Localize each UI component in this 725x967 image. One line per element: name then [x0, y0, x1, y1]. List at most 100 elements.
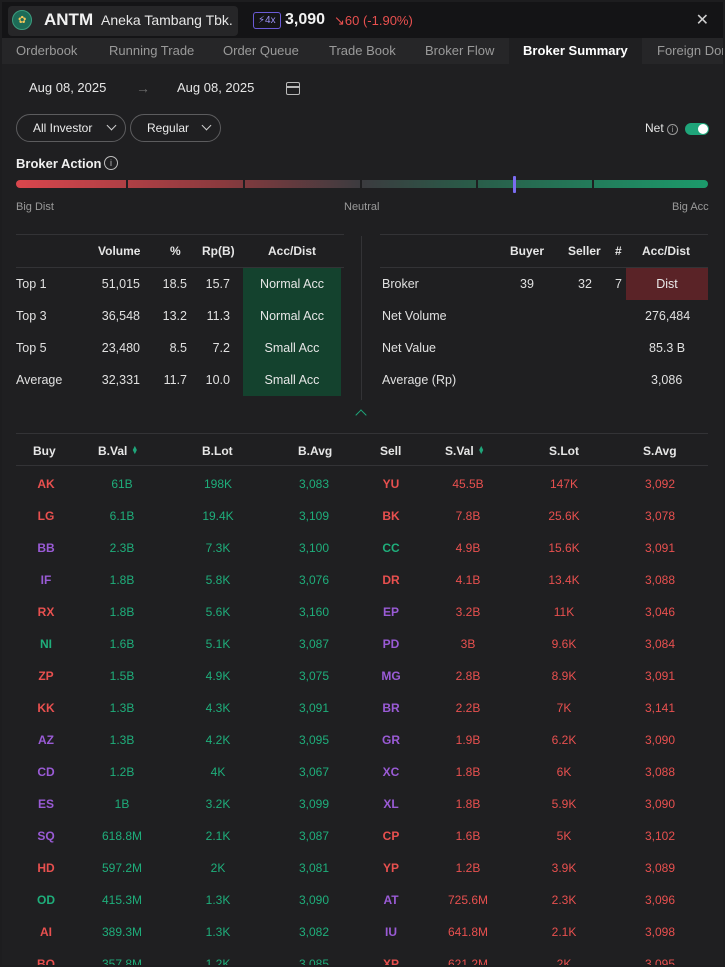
col-slot[interactable]: S.Lot — [549, 444, 579, 458]
buy-broker-code[interactable]: ZP — [6, 660, 86, 692]
col-blot[interactable]: B.Lot — [202, 444, 233, 458]
table-row[interactable]: AK 61B 198K 3,083 YU 45.5B 147K 3,092 — [2, 468, 723, 500]
buy-broker-code[interactable]: HD — [6, 852, 86, 884]
tab-order-queue[interactable]: Order Queue — [223, 38, 299, 64]
table-row[interactable]: SQ 618.8M 2.1K 3,087 CP 1.6B 5K 3,102 — [2, 820, 723, 852]
buy-broker-code[interactable]: BB — [6, 532, 86, 564]
buy-broker-code[interactable]: LG — [6, 500, 86, 532]
table-row[interactable]: OD 415.3M 1.3K 3,090 AT 725.6M 2.3K 3,096 — [2, 884, 723, 916]
sell-broker-code[interactable]: CC — [351, 532, 431, 564]
market-dropdown[interactable]: Regular — [130, 114, 221, 142]
buy-broker-code[interactable]: KK — [6, 692, 86, 724]
table-row[interactable]: BQ 357.8M 1.2K 3,085 XP 621.2M 2K 3,095 — [2, 948, 723, 965]
stock-price: 3,090 — [285, 11, 326, 28]
date-to-field[interactable]: Aug 08, 2025 — [177, 80, 254, 95]
info-icon[interactable]: i — [104, 156, 118, 170]
buy-lot: 5.6K — [205, 605, 231, 619]
buyer-count: 39 — [520, 277, 534, 291]
table-row[interactable]: RX 1.8B 5.6K 3,160 EP 3.2B 11K 3,046 — [2, 596, 723, 628]
buy-broker-code[interactable]: NI — [6, 628, 86, 660]
buy-lot: 3.2K — [205, 797, 231, 811]
buy-broker-code[interactable]: OD — [6, 884, 86, 916]
sell-broker-code[interactable]: EP — [351, 596, 431, 628]
sell-broker-code[interactable]: IU — [351, 916, 431, 948]
table-row[interactable]: BB 2.3B 7.3K 3,100 CC 4.9B 15.6K 3,091 — [2, 532, 723, 564]
tab-broker-flow[interactable]: Broker Flow — [425, 38, 494, 64]
dist-badge: Dist — [626, 268, 708, 300]
col-bavg[interactable]: B.Avg — [298, 444, 332, 458]
percent-cell: 13.2 — [162, 309, 187, 323]
tab-trade-book[interactable]: Trade Book — [329, 38, 396, 64]
sell-lot: 6.2K — [551, 733, 577, 747]
buy-broker-code[interactable]: RX — [6, 596, 86, 628]
divider — [16, 433, 708, 434]
sell-broker-code[interactable]: CP — [351, 820, 431, 852]
tab-broker-summary[interactable]: Broker Summary — [509, 38, 642, 64]
buy-broker-code[interactable]: SQ — [6, 820, 86, 852]
sort-icon[interactable]: ▲ ▼ — [131, 445, 138, 456]
buy-broker-code[interactable]: AI — [6, 916, 86, 948]
col-bval[interactable]: B.Val ▲ ▼ — [98, 444, 138, 458]
table-row[interactable]: AI 389.3M 1.3K 3,082 IU 641.8M 2.1K 3,098 — [2, 916, 723, 948]
buy-broker-code[interactable]: CD — [6, 756, 86, 788]
table-row[interactable]: CD 1.2B 4K 3,067 XC 1.8B 6K 3,088 — [2, 756, 723, 788]
sell-value: 621.2M — [447, 957, 489, 965]
sell-broker-code[interactable]: MG — [351, 660, 431, 692]
section-divider — [361, 236, 362, 400]
sell-broker-code[interactable]: PD — [351, 628, 431, 660]
col-sval[interactable]: S.Val ▲ ▼ — [445, 444, 485, 458]
volume-cell: 51,015 — [101, 277, 140, 291]
table-row[interactable]: NI 1.6B 5.1K 3,087 PD 3B 9.6K 3,084 — [2, 628, 723, 660]
sell-broker-code[interactable]: BK — [351, 500, 431, 532]
table-row[interactable]: ZP 1.5B 4.9K 3,075 MG 2.8B 8.9K 3,091 — [2, 660, 723, 692]
sell-broker-code[interactable]: YP — [351, 852, 431, 884]
row-label: Average — [16, 373, 63, 387]
info-icon[interactable]: i — [667, 124, 679, 135]
buy-broker-code[interactable]: AK — [6, 468, 86, 500]
percent-cell: 8.5 — [169, 341, 187, 355]
sell-broker-code[interactable]: DR — [351, 564, 431, 596]
tab-foreign-domestic[interactable]: Foreign Dom — [657, 38, 723, 64]
col-count: # — [615, 244, 622, 258]
sort-icon[interactable]: ▲ ▼ — [478, 445, 485, 456]
table-row[interactable]: LG 6.1B 19.4K 3,109 BK 7.8B 25.6K 3,078 — [2, 500, 723, 532]
date-from-field[interactable]: Aug 08, 2025 — [29, 80, 106, 95]
sell-broker-code[interactable]: GR — [351, 724, 431, 756]
buy-broker-code[interactable]: AZ — [6, 724, 86, 756]
col-sell[interactable]: Sell — [380, 444, 401, 458]
net-toggle[interactable] — [685, 123, 709, 135]
buy-value: 1.3B — [109, 701, 135, 715]
buy-lot: 198K — [203, 477, 233, 491]
sell-broker-code[interactable]: XC — [351, 756, 431, 788]
tab-orderbook[interactable]: Orderbook — [16, 38, 77, 64]
sell-broker-code[interactable]: XL — [351, 788, 431, 820]
investor-dropdown[interactable]: All Investor — [16, 114, 126, 142]
buy-broker-code[interactable]: IF — [6, 564, 86, 596]
close-icon[interactable]: ✕ — [696, 10, 709, 30]
average-value: 3,086 — [651, 373, 683, 387]
sell-broker-code[interactable]: YU — [351, 468, 431, 500]
sell-lot: 7K — [556, 701, 572, 715]
table-row[interactable]: IF 1.8B 5.8K 3,076 DR 4.1B 13.4K 3,088 — [2, 564, 723, 596]
sell-average: 3,098 — [644, 925, 676, 939]
buy-average: 3,075 — [298, 669, 330, 683]
table-row[interactable]: ES 1B 3.2K 3,099 XL 1.8B 5.9K 3,090 — [2, 788, 723, 820]
sell-broker-code[interactable]: XP — [351, 948, 431, 965]
table-row[interactable]: KK 1.3B 4.3K 3,091 BR 2.2B 7K 3,141 — [2, 692, 723, 724]
sell-broker-code[interactable]: BR — [351, 692, 431, 724]
sell-broker-code[interactable]: AT — [351, 884, 431, 916]
buy-lot: 5.8K — [205, 573, 231, 587]
col-savg[interactable]: S.Avg — [643, 444, 677, 458]
calendar-icon[interactable] — [286, 82, 300, 95]
buy-broker-code[interactable]: BQ — [6, 948, 86, 965]
sell-value: 4.1B — [455, 573, 481, 587]
table-row[interactable]: AZ 1.3B 4.2K 3,095 GR 1.9B 6.2K 3,090 — [2, 724, 723, 756]
buy-broker-code[interactable]: ES — [6, 788, 86, 820]
bar-divider — [360, 180, 362, 188]
tab-running-trade[interactable]: Running Trade — [109, 38, 194, 64]
table-row[interactable]: HD 597.2M 2K 3,081 YP 1.2B 3.9K 3,089 — [2, 852, 723, 884]
col-buy[interactable]: Buy — [33, 444, 56, 458]
chevron-up-icon[interactable] — [355, 409, 367, 421]
buy-average: 3,087 — [298, 637, 330, 651]
percent-cell: 18.5 — [162, 277, 187, 291]
